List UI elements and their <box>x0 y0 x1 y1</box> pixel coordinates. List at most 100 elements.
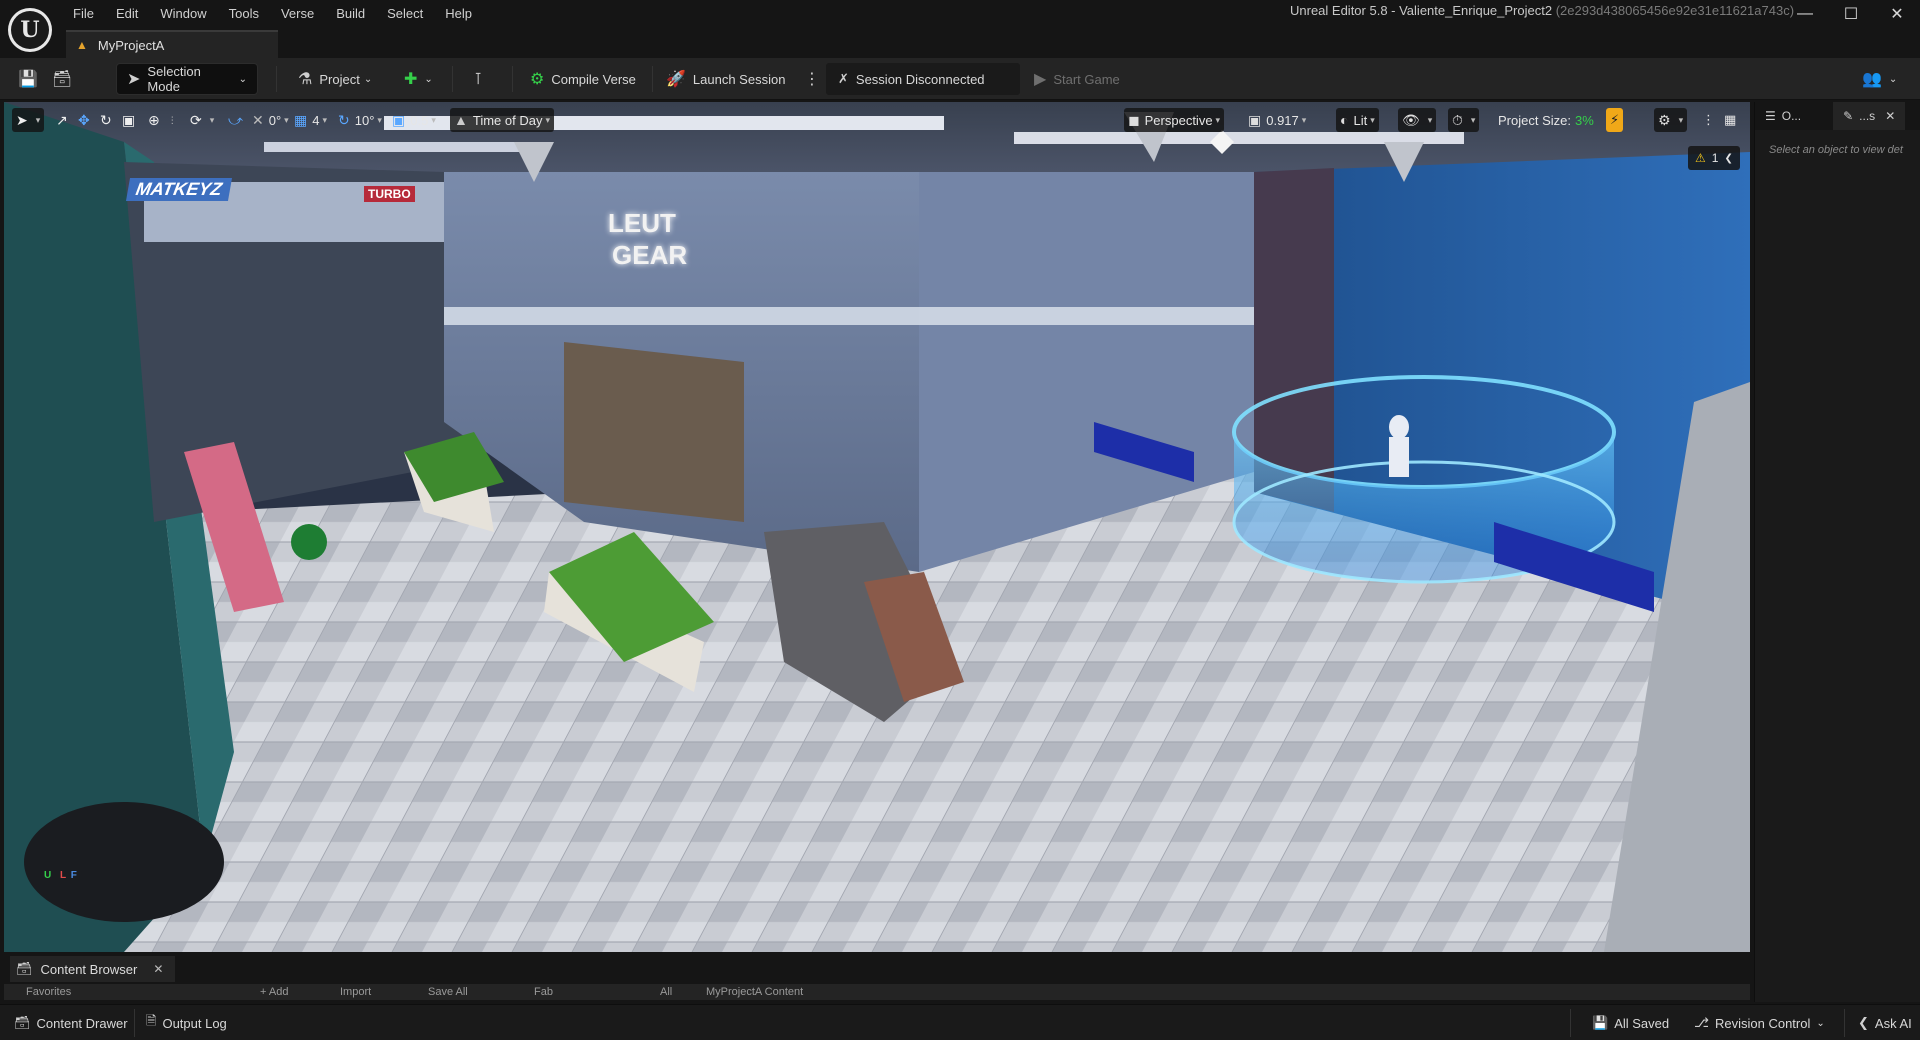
save-icon[interactable]: 💾 <box>18 63 45 95</box>
warning-icon: ⚠ <box>1695 151 1706 165</box>
favorites-label[interactable]: Favorites <box>26 986 71 998</box>
perspective-label: Perspective <box>1144 112 1213 128</box>
session-status-label: Session Disconnected <box>855 71 985 87</box>
angle-snap-dropdown[interactable]: ✕ 0° ▾ <box>248 108 293 132</box>
saved-icon: 💾 <box>1592 1015 1609 1030</box>
viewport-toolbar: ➤ ▾ ↗ ✥ ↻ ▣ ⊕ ⋮ ⟳ ▾ ⤻ ✕ 0° ▾ ▦ 4 ▾ ↻ 10° ▾ ▣ 0.5 ▾ … <box>4 104 1750 138</box>
scale-icon[interactable]: ▣ <box>118 108 144 132</box>
settings-dropdown[interactable]: ⚙ ▾ <box>1654 108 1688 132</box>
sign-turbo: TURBO <box>364 186 415 202</box>
menu-verse[interactable]: Verse <box>270 4 325 26</box>
tab-outliner[interactable]: ☰ O... <box>1755 102 1811 130</box>
title-bar: U File Edit Window Tools Verse Build Sel… <box>0 0 1920 58</box>
layout-icon[interactable]: ▦ <box>1720 108 1740 132</box>
menu-window[interactable]: Window <box>149 4 217 26</box>
content-browser-toolbar: Favorites + Add Import Save All Fab All … <box>4 984 1750 1000</box>
chevron-left-icon: ❮ <box>1724 152 1733 164</box>
status-bar: 🗃 Content Drawer 🗎 Output Log 💾 All Save… <box>0 1004 1920 1040</box>
rotation-snap-dropdown[interactable]: ↻ 10° ▾ <box>334 108 386 132</box>
project-size-label: Project Size: <box>1498 112 1571 128</box>
menu-file[interactable]: File <box>62 4 105 26</box>
browse-icon[interactable]: 🗃 <box>52 63 79 95</box>
compile-verse-button[interactable]: ⚙ Compile Verse <box>530 63 636 95</box>
maximize-button[interactable]: ☐ <box>1828 0 1874 28</box>
unreal-logo-icon[interactable]: U <box>8 8 52 52</box>
menu-tools[interactable]: Tools <box>218 4 270 26</box>
chevron-down-icon: ⌄ <box>238 73 247 85</box>
time-of-day-label: Time of Day <box>472 112 543 128</box>
warnings-badge[interactable]: ⚠ 1 ❮ <box>1688 146 1740 170</box>
import-button[interactable]: Import <box>340 986 371 998</box>
fab-button[interactable]: Fab <box>534 986 553 998</box>
close-icon[interactable]: ✕ <box>1885 109 1895 123</box>
content-browser-label: Content Browser <box>40 961 138 977</box>
window-title-text: Unreal Editor 5.8 - Valiente_Enrique_Pro… <box>1290 3 1553 18</box>
minimize-button[interactable]: — <box>1782 0 1828 28</box>
ask-ai-button[interactable]: ❮ Ask AI <box>1850 1011 1920 1035</box>
launch-session-button[interactable]: 🚀 Launch Session <box>666 63 785 95</box>
realtime-dropdown[interactable]: ⏱ ▾ <box>1448 108 1480 132</box>
show-flags-dropdown[interactable]: 👁 ▾ <box>1398 108 1437 132</box>
more-options-icon[interactable]: ⋮ <box>1698 108 1719 132</box>
output-log-button[interactable]: 🗎 Output Log <box>138 1011 235 1035</box>
level-viewport[interactable]: MATKEYZ TURBO LEUT GEAR <box>4 102 1750 952</box>
tab-details[interactable]: ✎ ...s ✕ <box>1833 102 1906 130</box>
close-icon[interactable]: ✕ <box>153 962 163 976</box>
axis-gizmo: U L F <box>44 870 77 881</box>
launch-icon: 🚀 <box>666 71 686 88</box>
menu-build[interactable]: Build <box>325 4 376 26</box>
sign-gear: GEAR <box>612 240 688 270</box>
document-tab[interactable]: ▲ MyProjectA <box>66 30 278 58</box>
details-panel: ☰ O... ✎ ...s ✕ Select an object to view de… <box>1754 102 1920 1002</box>
chevron-down-icon: ⌄ <box>1816 1017 1825 1029</box>
performance-icon[interactable]: ⚡ <box>1606 108 1624 132</box>
camera-speed-dropdown[interactable]: ▣ 0.917 ▾ <box>1244 108 1310 132</box>
revision-control-label: Revision Control <box>1714 1015 1811 1031</box>
menu-bar: File Edit Window Tools Verse Build Selec… <box>62 4 483 26</box>
save-all-button[interactable]: Save All <box>428 986 468 998</box>
close-window-button[interactable]: ✕ <box>1874 0 1920 28</box>
users-icon[interactable]: 👥 ⌄ <box>1862 63 1897 95</box>
menu-edit[interactable]: Edit <box>105 4 149 26</box>
perspective-dropdown[interactable]: ◼ Perspective ▾ <box>1124 108 1225 132</box>
chevron-left-icon: ❮ <box>1858 1015 1869 1030</box>
ask-ai-label: Ask AI <box>1874 1015 1912 1031</box>
statusbar-divider <box>1844 1009 1845 1037</box>
menu-select[interactable]: Select <box>376 4 434 26</box>
window-title: Unreal Editor 5.8 - Valiente_Enrique_Pro… <box>1290 3 1794 18</box>
all-saved-button[interactable]: 💾 All Saved <box>1584 1011 1677 1035</box>
axis-u-label: U <box>44 870 52 881</box>
world-space-icon[interactable]: ⊕ ⋮ <box>144 108 181 132</box>
path-content[interactable]: MyProjectA Content <box>706 986 803 998</box>
add-button[interactable]: + Add <box>260 986 288 998</box>
statusbar-divider <box>1570 1009 1571 1037</box>
tab-content-browser[interactable]: 🗃 Content Browser ✕ <box>10 956 176 982</box>
path-all[interactable]: All <box>660 986 672 998</box>
scene-render <box>4 102 1750 952</box>
add-content-dropdown[interactable]: ✚ ⌄ <box>404 63 433 95</box>
select-tool-dropdown[interactable]: ➤ ▾ <box>12 108 45 132</box>
verse-icon[interactable]: ⊺ <box>474 63 489 95</box>
scale-snap-dropdown[interactable]: ▣ 0.5 ▾ <box>388 108 440 132</box>
view-mode-dropdown[interactable]: ◐ Lit ▾ <box>1336 108 1379 132</box>
angle-snap-value: 0° <box>268 112 282 128</box>
toolbar-divider <box>452 66 453 92</box>
window-controls: — ☐ ✕ <box>1782 0 1920 28</box>
axis-l-label: L <box>60 870 66 881</box>
revision-control-button[interactable]: ⎇ Revision Control ⌄ <box>1686 1011 1833 1035</box>
chevron-down-icon: ⌄ <box>363 73 373 85</box>
surface-snap-dropdown[interactable]: ⟳ ▾ <box>186 108 218 132</box>
time-of-day-dropdown[interactable]: ▲ Time of Day ▾ <box>450 108 554 132</box>
session-status[interactable]: ✗ Session Disconnected <box>826 63 1020 95</box>
menu-help[interactable]: Help <box>434 4 483 26</box>
selection-mode-dropdown[interactable]: ➤ Selection Mode ⌄ <box>116 63 258 95</box>
compile-icon: ⚙ <box>530 71 545 88</box>
project-icon: ⚗ <box>298 71 313 88</box>
project-dropdown[interactable]: ⚗ Project ⌄ <box>298 63 372 95</box>
grid-snap-dropdown[interactable]: ▦ 4 ▾ <box>290 108 331 132</box>
content-drawer-button[interactable]: 🗃 Content Drawer <box>6 1011 136 1035</box>
project-size-value: 3% <box>1574 112 1594 128</box>
content-browser-tabbar: 🗃 Content Browser ✕ <box>4 954 1750 984</box>
session-options-icon[interactable]: ⋮ <box>804 63 827 95</box>
start-game-button[interactable]: ▶ Start Game <box>1034 63 1120 95</box>
